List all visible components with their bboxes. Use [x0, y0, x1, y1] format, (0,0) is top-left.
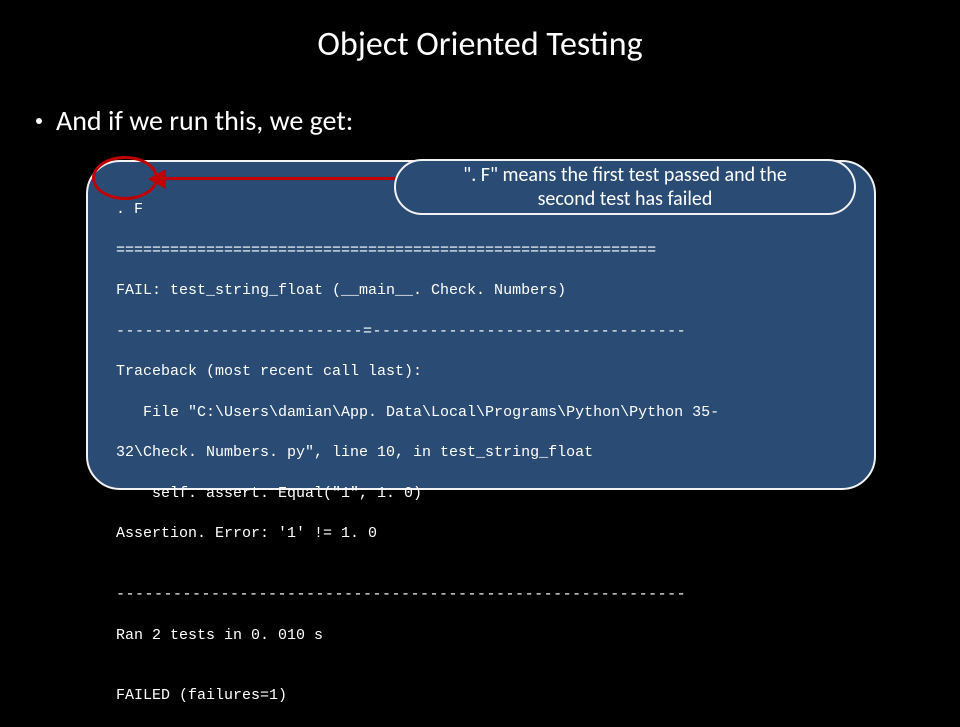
code-line: self. assert. Equal("1", 1. 0): [116, 484, 846, 504]
callout-line1: ". F" means the first test passed and th…: [396, 163, 854, 187]
callout-line2: second test has failed: [396, 187, 854, 211]
code-line: ----------------------------------------…: [116, 585, 846, 605]
code-line: Traceback (most recent call last):: [116, 362, 846, 382]
code-line: --------------------------=-------------…: [116, 322, 846, 342]
bullet-text: And if we run this, we get:: [56, 103, 353, 138]
code-line: 32\Check. Numbers. py", line 10, in test…: [116, 443, 846, 463]
code-line: Ran 2 tests in 0. 010 s: [116, 626, 846, 646]
arrow-line-icon: [156, 177, 396, 180]
callout-box: ". F" means the first test passed and th…: [394, 159, 856, 215]
code-line: Assertion. Error: '1' != 1. 0: [116, 524, 846, 544]
code-line: FAILED (failures=1): [116, 686, 846, 706]
code-line: File "C:\Users\damian\App. Data\Local\Pr…: [116, 403, 846, 423]
bullet-dot-icon: [36, 118, 42, 124]
slide-title: Object Oriented Testing: [0, 0, 960, 65]
arrow-head-icon: [148, 169, 166, 189]
code-line: ========================================…: [116, 241, 846, 261]
bullet-intro: And if we run this, we get:: [0, 65, 960, 138]
code-line: FAIL: test_string_float (__main__. Check…: [116, 281, 846, 301]
